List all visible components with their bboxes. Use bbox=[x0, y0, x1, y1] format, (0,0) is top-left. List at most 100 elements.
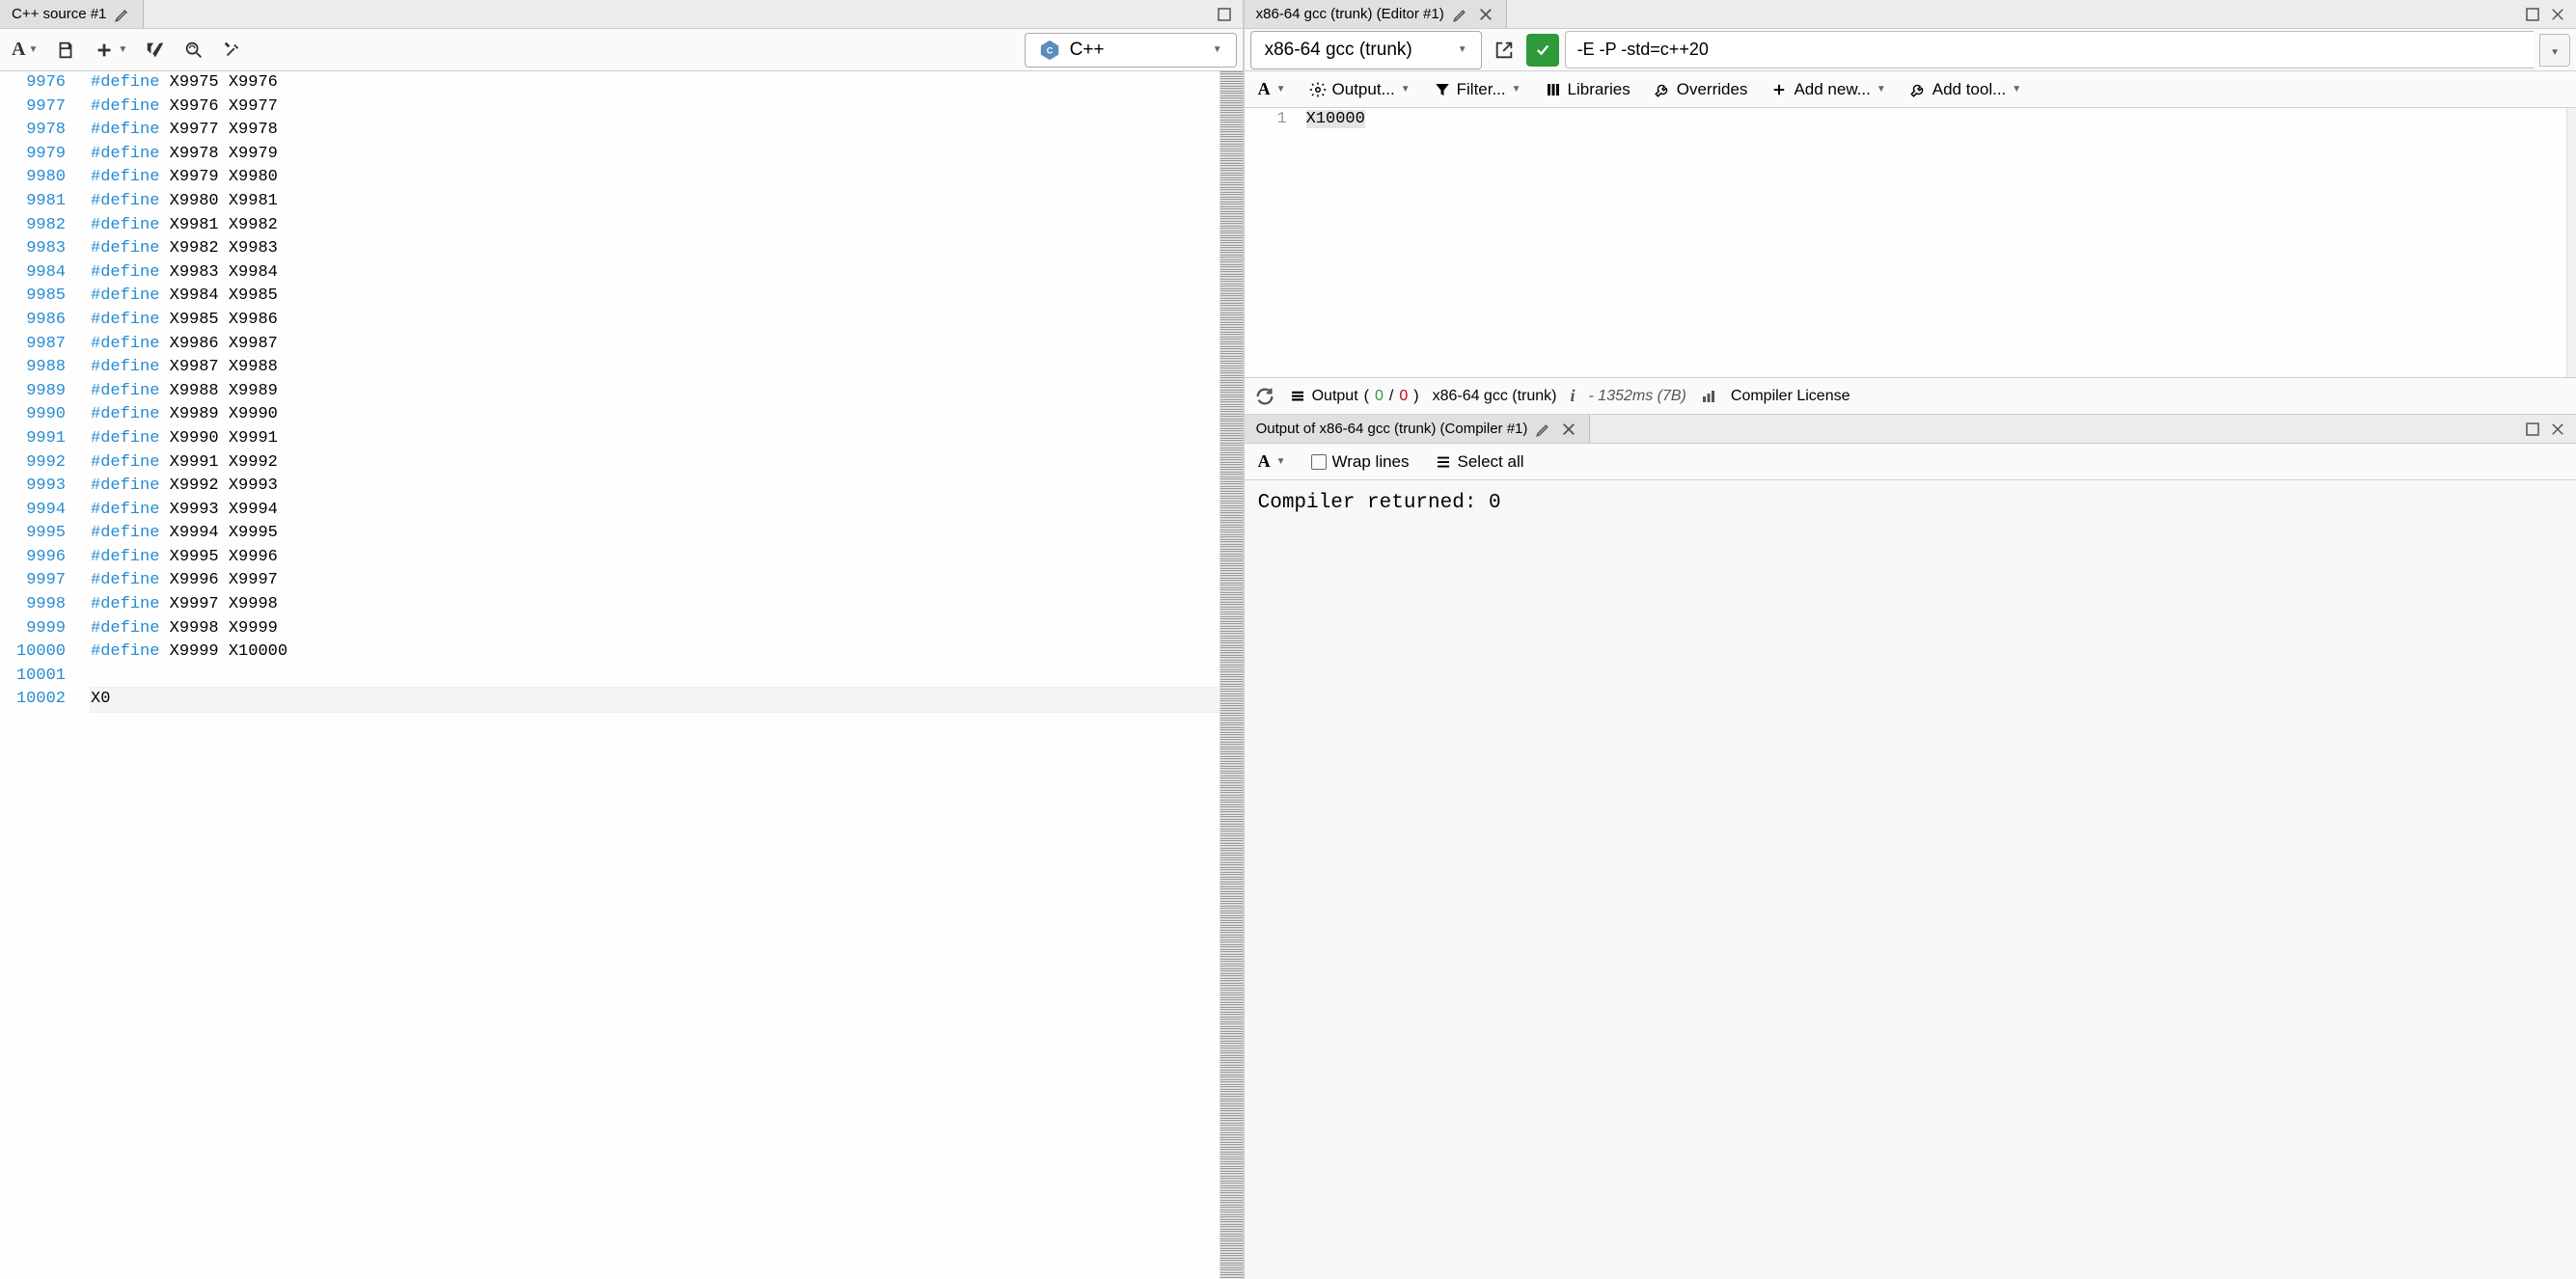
source-toolbar: A▼ ▼ C C++ ▼ bbox=[0, 29, 1243, 71]
pencil-icon[interactable] bbox=[1452, 6, 1469, 23]
code-line[interactable]: #define X9997 X9998 bbox=[91, 593, 1219, 617]
asm-minimap[interactable] bbox=[2566, 108, 2576, 377]
info-icon[interactable]: i bbox=[1571, 386, 1576, 406]
code-line[interactable]: #define X9978 X9979 bbox=[91, 143, 1219, 167]
source-gutter: 9976997799789979998099819982998399849985… bbox=[0, 71, 73, 1279]
code-line[interactable]: #define X9975 X9976 bbox=[91, 71, 1219, 95]
compiler-tab-title: x86-64 gcc (trunk) (Editor #1) bbox=[1256, 6, 1444, 22]
source-pane: C++ source #1 A▼ ▼ bbox=[0, 0, 1245, 1279]
font-menu-button[interactable]: A▼ bbox=[1250, 75, 1294, 103]
language-label: C++ bbox=[1070, 40, 1105, 61]
libraries-label: Libraries bbox=[1568, 80, 1631, 99]
add-new-label: Add new... bbox=[1794, 80, 1870, 99]
source-tab[interactable]: C++ source #1 bbox=[0, 0, 144, 28]
add-new-button[interactable]: Add new...▼ bbox=[1763, 76, 1893, 103]
output-options-button[interactable]: Output...▼ bbox=[1302, 76, 1418, 103]
line-number: 9999 bbox=[0, 617, 66, 641]
close-icon[interactable] bbox=[1477, 6, 1494, 23]
overrides-button[interactable]: Overrides bbox=[1646, 76, 1756, 103]
line-number: 9985 bbox=[0, 285, 66, 309]
code-line[interactable]: #define X9977 X9978 bbox=[91, 119, 1219, 143]
code-line[interactable]: #define X9990 X9991 bbox=[91, 427, 1219, 451]
overrides-label: Overrides bbox=[1677, 80, 1748, 99]
add-tool-button[interactable]: Add tool...▼ bbox=[1902, 76, 2029, 103]
asm-editor[interactable]: 1 X10000 bbox=[1245, 108, 2576, 378]
search-button[interactable] bbox=[178, 36, 210, 65]
code-line[interactable]: #define X9995 X9996 bbox=[91, 546, 1219, 570]
code-line[interactable]: #define X9985 X9986 bbox=[91, 309, 1219, 333]
language-select[interactable]: C C++ ▼ bbox=[1025, 33, 1237, 68]
code-line[interactable]: #define X9992 X9993 bbox=[91, 475, 1219, 499]
code-line[interactable]: #define X9979 X9980 bbox=[91, 166, 1219, 190]
wrap-lines-toggle[interactable]: Wrap lines bbox=[1303, 449, 1417, 476]
checkbox-icon bbox=[1311, 454, 1327, 470]
status-compiler-name: x86-64 gcc (trunk) bbox=[1433, 388, 1557, 405]
compiler-flags-input[interactable] bbox=[1565, 31, 2534, 68]
flags-dropdown[interactable]: ▼ bbox=[2539, 34, 2570, 67]
code-line[interactable]: #define X9981 X9982 bbox=[91, 214, 1219, 238]
code-line[interactable]: #define X9986 X9987 bbox=[91, 333, 1219, 357]
line-number: 9978 bbox=[0, 119, 66, 143]
cpp-logo-icon: C bbox=[1039, 40, 1060, 61]
code-line[interactable]: #define X9998 X9999 bbox=[91, 617, 1219, 641]
code-line[interactable]: #define X9996 X9997 bbox=[91, 569, 1219, 593]
line-number: 9977 bbox=[0, 95, 66, 120]
asm-line-number: 1 bbox=[1245, 108, 1287, 131]
code-line[interactable]: #define X9982 X9983 bbox=[91, 237, 1219, 261]
code-line[interactable]: #define X9988 X9989 bbox=[91, 380, 1219, 404]
close-icon[interactable] bbox=[2549, 421, 2566, 438]
vim-button[interactable] bbox=[139, 36, 172, 65]
line-number: 9993 bbox=[0, 475, 66, 499]
code-line[interactable]: #define X9999 X10000 bbox=[91, 640, 1219, 665]
font-menu-button[interactable]: A▼ bbox=[1250, 448, 1294, 476]
output-tab[interactable]: Output of x86-64 gcc (trunk) (Compiler #… bbox=[1245, 415, 1591, 443]
libraries-button[interactable]: Libraries bbox=[1537, 76, 1638, 103]
code-line[interactable]: #define X9976 X9977 bbox=[91, 95, 1219, 120]
chart-icon[interactable] bbox=[1700, 388, 1717, 405]
code-line[interactable]: X0 bbox=[91, 688, 1219, 712]
close-icon[interactable] bbox=[2549, 6, 2566, 23]
code-line[interactable]: #define X9994 X9995 bbox=[91, 522, 1219, 546]
maximize-icon[interactable] bbox=[1216, 6, 1233, 23]
maximize-icon[interactable] bbox=[2524, 421, 2541, 438]
add-menu-button[interactable]: ▼ bbox=[88, 36, 133, 65]
source-editor[interactable]: 9976997799789979998099819982998399849985… bbox=[0, 71, 1243, 1279]
code-line[interactable]: #define X9987 X9988 bbox=[91, 356, 1219, 380]
compiler-license-link[interactable]: Compiler License bbox=[1731, 388, 1850, 405]
code-line[interactable]: #define X9989 X9990 bbox=[91, 403, 1219, 427]
line-number: 9998 bbox=[0, 593, 66, 617]
pencil-icon[interactable] bbox=[1535, 421, 1552, 438]
add-tool-label: Add tool... bbox=[1932, 80, 2007, 99]
status-bar: Output (0/0) x86-64 gcc (trunk) i - 1352… bbox=[1245, 378, 2576, 415]
code-line[interactable]: #define X9991 X9992 bbox=[91, 451, 1219, 476]
code-line[interactable]: #define X9980 X9981 bbox=[91, 190, 1219, 214]
source-content[interactable]: #define X9975 X9976#define X9976 X9977#d… bbox=[73, 71, 1219, 1279]
popout-button[interactable] bbox=[1488, 36, 1521, 65]
code-line[interactable]: #define X9993 X9994 bbox=[91, 499, 1219, 523]
ctrl-s-button[interactable] bbox=[216, 36, 249, 65]
code-line[interactable]: #define X9984 X9985 bbox=[91, 285, 1219, 309]
output-tab-controls bbox=[2524, 421, 2576, 438]
asm-gutter: 1 bbox=[1245, 108, 1297, 377]
asm-content[interactable]: X10000 bbox=[1297, 108, 2566, 377]
filter-button[interactable]: Filter...▼ bbox=[1426, 76, 1529, 103]
line-number: 9983 bbox=[0, 237, 66, 261]
save-button[interactable] bbox=[49, 36, 82, 65]
compiler-select[interactable]: x86-64 gcc (trunk) ▼ bbox=[1250, 31, 1482, 69]
output-content[interactable]: Compiler returned: 0 bbox=[1245, 480, 2576, 1279]
compiler-tab[interactable]: x86-64 gcc (trunk) (Editor #1) bbox=[1245, 0, 1507, 28]
reload-button[interactable] bbox=[1254, 386, 1275, 407]
asm-line: X10000 bbox=[1306, 110, 1365, 128]
line-number: 9989 bbox=[0, 380, 66, 404]
close-icon[interactable] bbox=[1560, 421, 1577, 438]
compiler-pane: x86-64 gcc (trunk) (Editor #1) x86-64 gc… bbox=[1245, 0, 2576, 1279]
pencil-icon[interactable] bbox=[114, 6, 131, 23]
output-toggle-button[interactable]: Output (0/0) bbox=[1289, 388, 1419, 405]
code-line[interactable] bbox=[91, 665, 1219, 689]
code-line[interactable]: #define X9983 X9984 bbox=[91, 261, 1219, 286]
output-label: Output... bbox=[1332, 80, 1395, 99]
maximize-icon[interactable] bbox=[2524, 6, 2541, 23]
font-menu-button[interactable]: A▼ bbox=[6, 35, 43, 65]
minimap[interactable] bbox=[1219, 71, 1243, 1279]
select-all-button[interactable]: Select all bbox=[1427, 449, 1532, 476]
